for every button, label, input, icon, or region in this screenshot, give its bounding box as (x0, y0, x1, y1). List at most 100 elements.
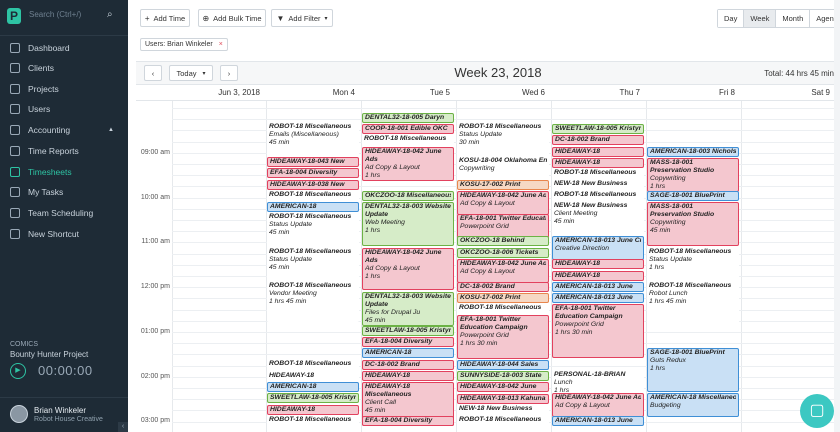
time-entry[interactable]: ROBOT-18 Miscellaneous Status Update 45 mi… (267, 248, 359, 282)
time-entry[interactable]: HIDEAWAY-18 (552, 271, 644, 281)
time-entry[interactable]: HIDEAWAY-18 (552, 259, 644, 269)
day-header[interactable]: Wed 6 (456, 88, 545, 97)
add-filter-button[interactable]: ▼ Add Filter ▾ (271, 9, 333, 27)
time-entry[interactable]: SWEETLAW-18-005 Kristyn (267, 393, 359, 403)
today-button[interactable]: Today ▾ (169, 65, 213, 81)
view-week-button[interactable]: Week (744, 10, 777, 27)
logo[interactable]: P (7, 8, 21, 24)
time-entry[interactable]: HIDEAWAY-18 (267, 405, 359, 415)
prev-week-button[interactable]: ‹ (144, 65, 162, 81)
time-entry[interactable]: DC-18-002 Brand (552, 135, 644, 145)
sidebar-item-new-shortcut[interactable]: New Shortcut (0, 224, 128, 244)
view-day-button[interactable]: Day (718, 10, 745, 27)
time-entry[interactable]: KOSU-17-002 Print (457, 293, 549, 303)
add-bulk-time-button[interactable]: ⊕ Add Bulk Time (198, 9, 266, 27)
time-entry[interactable]: ROBOT-18 Miscellaneous Status Update 30 mi… (457, 123, 549, 157)
time-entry[interactable]: AMERICAN-18 Miscellaneous Budgeting (647, 393, 739, 417)
time-entry[interactable]: KOSU-17-002 Print (457, 180, 549, 190)
time-entry[interactable]: ROBOT-18 Miscellaneous (267, 191, 359, 201)
time-entry[interactable]: ROBOT-18 Miscellaneous (457, 416, 549, 426)
time-entry[interactable]: EFA-18-001 Twitter Education CampaignPow… (552, 304, 644, 358)
collapse-sidebar-icon[interactable]: ‹ (118, 422, 128, 432)
sidebar-item-clients[interactable]: Clients (0, 58, 128, 78)
time-entry[interactable]: AMERICAN-18-013 June (552, 416, 644, 426)
time-entry[interactable]: DC-18-002 Brand (362, 360, 454, 370)
time-entry[interactable]: ROBOT-18 Miscellaneous (362, 135, 454, 145)
time-entry[interactable]: OKCZOO-18-006 Tickets (457, 248, 549, 258)
time-entry[interactable]: AMERICAN-18-013 June CreativeCreative Di… (552, 236, 644, 260)
search-icon[interactable]: ⌕ (107, 9, 113, 20)
time-entry[interactable]: OKCZOO-18 Behind (457, 236, 549, 246)
time-entry[interactable]: SAGE-18-001 BluePrint Guts Redux 1 hrs (647, 348, 739, 392)
play-icon[interactable]: ▶ (10, 363, 26, 379)
time-entry[interactable]: AMERICAN-18 (267, 382, 359, 392)
time-entry[interactable]: NEW-18 New Business (552, 180, 644, 190)
time-entry[interactable]: HIDEAWAY-18-042 June Ads Ad Copy & Layout (552, 393, 644, 417)
user-profile[interactable]: Brian Winkeler Robot House Creative (0, 397, 128, 432)
sidebar-item-my-tasks[interactable]: My Tasks (0, 182, 128, 202)
scrollbar[interactable] (834, 0, 840, 432)
time-entry[interactable]: SWEETLAW-18-005 Kristyn (362, 326, 454, 336)
time-entry[interactable]: HIDEAWAY-18 (552, 158, 644, 168)
time-entry[interactable]: HIDEAWAY-18-013 Kahuna (457, 394, 549, 404)
sidebar-item-time-reports[interactable]: Time Reports (0, 141, 128, 161)
time-entry[interactable]: HIDEAWAY-18-042 June Ads Ad Copy & Layout (457, 259, 549, 283)
time-entry[interactable]: HIDEAWAY-18-038 New (267, 180, 359, 190)
time-entry[interactable]: DENTAL32-18-005 Daryn (362, 113, 454, 123)
time-entry[interactable]: ROBOT-18 Miscellaneous (267, 416, 359, 426)
view-month-button[interactable]: Month (776, 10, 811, 27)
time-entry[interactable]: ROBOT-18 Miscellaneous (552, 169, 644, 179)
time-entry[interactable]: OKCZOO-18 Miscellaneous (362, 191, 454, 201)
day-header[interactable]: Jun 3, 2018 (172, 88, 260, 97)
close-icon[interactable]: × (219, 39, 223, 50)
time-entry[interactable]: SUNNYSIDE-18-003 State (457, 371, 549, 381)
time-entry[interactable]: KOSU-18-004 Oklahoma Engaged 2018Copywri… (457, 157, 549, 181)
time-entry[interactable]: EFA-18-001 Twitter Education CampaignPow… (457, 214, 549, 238)
time-entry[interactable]: AMERICAN-18-013 June (552, 293, 644, 303)
time-entry[interactable]: HIDEAWAY-18-042 June Ads Ad Copy & Layout… (362, 147, 454, 181)
time-entry[interactable]: ROBOT-18 Miscellaneous Status Update 45 mi… (267, 213, 359, 247)
time-entry[interactable]: SAGE-18-001 BluePrint (647, 191, 739, 201)
chat-icon[interactable]: ▢ (800, 394, 834, 428)
time-entry[interactable]: HIDEAWAY-18-042 June Ads Ad Copy & Layout (457, 191, 549, 215)
time-entry[interactable]: ROBOT-18 Miscellaneous (267, 360, 359, 370)
sidebar-item-users[interactable]: Users (0, 99, 128, 119)
sidebar-item-accounting[interactable]: Accounting ▲ (0, 120, 128, 140)
time-entry[interactable]: HIDEAWAY-18-042 June Ads Ad Copy & Layout… (362, 248, 454, 290)
time-entry[interactable]: MASS-18-001 Preservation Studio Copywriti… (647, 158, 739, 192)
time-entry[interactable]: ROBOT-18 Miscellaneous Vendor Meeting 1 hr… (267, 282, 359, 322)
time-entry[interactable]: ROBOT-18 Miscellaneous Robot Lunch 1 hrs 4… (647, 282, 739, 326)
time-entry[interactable]: EFA-18-004 Diversity (267, 168, 359, 178)
time-entry[interactable]: AMERICAN-18-003 Nichols (647, 147, 739, 157)
sidebar-item-team-scheduling[interactable]: Team Scheduling (0, 203, 128, 223)
next-week-button[interactable]: › (220, 65, 238, 81)
time-entry[interactable]: HIDEAWAY-18 (267, 372, 359, 382)
day-header[interactable]: Fri 8 (646, 88, 735, 97)
day-header[interactable]: Tue 5 (361, 88, 450, 97)
time-entry[interactable]: HIDEAWAY-18-044 Sales (457, 360, 549, 370)
time-entry[interactable]: NEW-18 New Business (457, 405, 549, 415)
time-entry[interactable]: HIDEAWAY-18 (552, 147, 644, 157)
sidebar-item-dashboard[interactable]: Dashboard (0, 38, 128, 58)
time-entry[interactable]: AMERICAN-18 (267, 202, 359, 212)
day-header[interactable]: Mon 4 (266, 88, 355, 97)
time-entry[interactable]: EFA-18-004 Diversity (362, 416, 454, 426)
time-entry[interactable]: MASS-18-001 Preservation Studio Copywriti… (647, 202, 739, 246)
day-header[interactable]: Thu 7 (551, 88, 640, 97)
sidebar-item-projects[interactable]: Projects (0, 79, 128, 99)
add-time-button[interactable]: + Add Time (140, 9, 190, 27)
time-entry[interactable]: HIDEAWAY-18-042 June (457, 382, 549, 392)
time-entry[interactable]: AMERICAN-18 (362, 348, 454, 358)
time-entry[interactable]: AMERICAN-18-013 June (552, 282, 644, 292)
time-entry[interactable]: DENTAL32-18-003 Website Update Files for … (362, 292, 454, 326)
time-entry[interactable]: EFA-18-004 Diversity (362, 337, 454, 347)
sidebar-item-timesheets[interactable]: Timesheets (0, 162, 128, 182)
user-filter-chip[interactable]: Users: Brian Winkeler × (140, 38, 228, 51)
time-entry[interactable]: SWEETLAW-18-005 Kristyn (552, 124, 644, 134)
time-entry[interactable]: EFA-18-001 Twitter Education CampaignPow… (457, 315, 549, 359)
day-header[interactable]: Sat 9 (741, 88, 830, 97)
time-entry[interactable]: ROBOT-18 Miscellaneous (552, 191, 644, 201)
time-entry[interactable]: NEW-18 New Business Client Meeting 45 min (552, 202, 644, 236)
time-entry[interactable]: HIDEAWAY-18-043 New (267, 157, 359, 167)
time-entry[interactable]: COOP-18-001 Edible OKC (362, 124, 454, 134)
